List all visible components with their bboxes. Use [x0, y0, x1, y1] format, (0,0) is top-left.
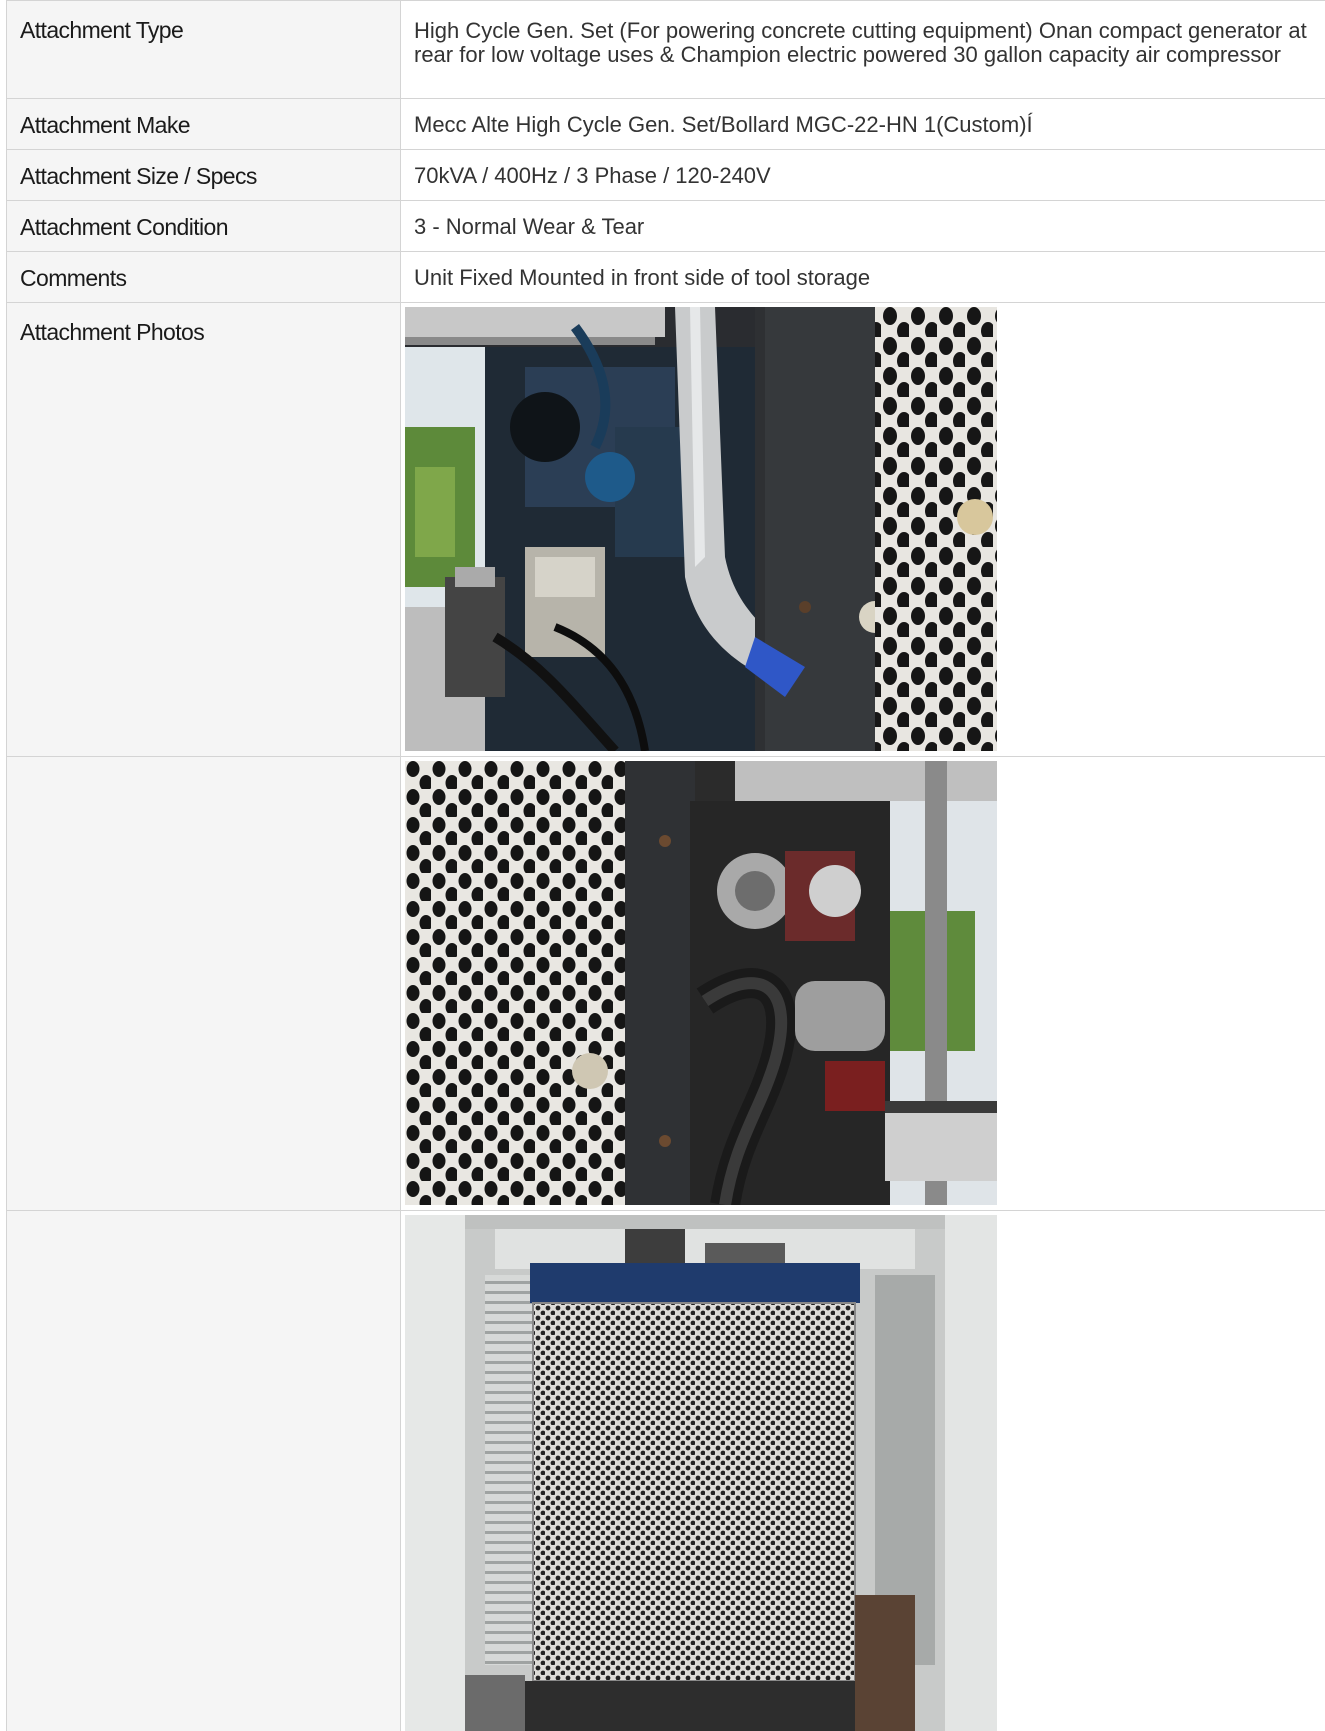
- row-attachment-type: Attachment Type High Cycle Gen. Set (For…: [7, 1, 1325, 99]
- photo-cell-3: [401, 1211, 1325, 1731]
- row-attachment-photos-2: [7, 757, 1325, 1211]
- row-attachment-condition: Attachment Condition 3 - Normal Wear & T…: [7, 201, 1325, 252]
- empty-label-cell-3: [7, 1211, 401, 1731]
- attachment-condition-value: 3 - Normal Wear & Tear: [414, 214, 645, 239]
- row-attachment-photos-3: [7, 1211, 1325, 1731]
- attachment-details-table: Attachment Type High Cycle Gen. Set (For…: [6, 0, 1325, 1731]
- photo-panel-and-engine[interactable]: [405, 761, 997, 1205]
- row-attachment-size-specs: Attachment Size / Specs 70kVA / 400Hz / …: [7, 150, 1325, 201]
- row-attachment-photos-1: Attachment Photos: [7, 303, 1325, 757]
- attachment-size-specs-label: Attachment Size / Specs: [7, 150, 401, 200]
- photo-engine-bay[interactable]: [405, 307, 997, 751]
- attachment-make-value: Mecc Alte High Cycle Gen. Set/Bollard MG…: [414, 112, 1033, 137]
- attachment-size-specs-value: 70kVA / 400Hz / 3 Phase / 120-240V: [414, 163, 771, 188]
- photo-cell-1: [401, 303, 1325, 756]
- attachment-type-value: High Cycle Gen. Set (For powering concre…: [414, 18, 1307, 67]
- photo-cell-2: [401, 757, 1325, 1210]
- row-comments: Comments Unit Fixed Mounted in front sid…: [7, 252, 1325, 303]
- attachment-photos-label: Attachment Photos: [7, 303, 401, 756]
- row-attachment-make: Attachment Make Mecc Alte High Cycle Gen…: [7, 99, 1325, 150]
- attachment-type-label: Attachment Type: [7, 1, 401, 98]
- attachment-condition-label: Attachment Condition: [7, 201, 401, 251]
- comments-value: Unit Fixed Mounted in front side of tool…: [414, 265, 871, 290]
- empty-label-cell-2: [7, 757, 401, 1210]
- attachment-make-label: Attachment Make: [7, 99, 401, 149]
- comments-label: Comments: [7, 252, 401, 302]
